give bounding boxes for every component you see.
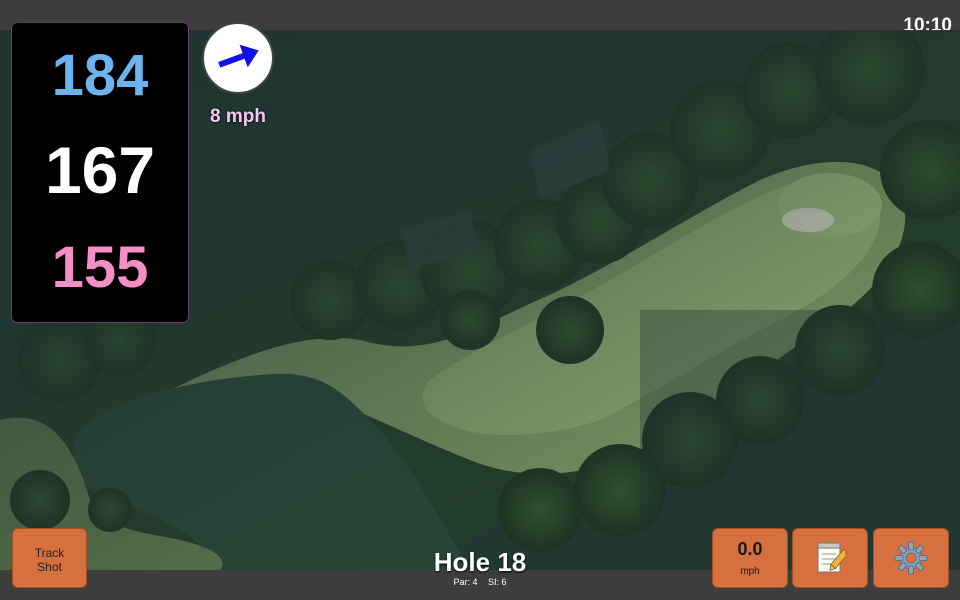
hole-info: Par: 4 SI: 6 [380, 577, 580, 587]
front-distance: 155 [51, 235, 149, 300]
hole-title: Hole 18 [433, 547, 527, 577]
settings-button[interactable] [873, 528, 949, 588]
notes-button[interactable] [792, 528, 868, 588]
stroke-index-label: SI: 6 [488, 577, 507, 587]
center-distance: 167 [44, 133, 156, 207]
speed-value: 0.0 [737, 539, 763, 559]
gear-icon [894, 541, 928, 575]
track-shot-label: Track Shot [34, 546, 65, 574]
arrow-icon [218, 44, 259, 68]
speed-button[interactable]: 0.0 mph [712, 528, 788, 588]
wind-indicator[interactable] [202, 22, 274, 94]
distance-panel: 184 167 155 [11, 22, 189, 323]
speed-unit: mph [740, 566, 760, 577]
notepad-icon [817, 542, 845, 573]
par-label: Par: 4 [453, 577, 478, 587]
wind-speed: 8 mph [210, 106, 266, 127]
track-shot-button[interactable]: Track Shot [12, 528, 87, 588]
back-distance: 184 [51, 43, 149, 108]
